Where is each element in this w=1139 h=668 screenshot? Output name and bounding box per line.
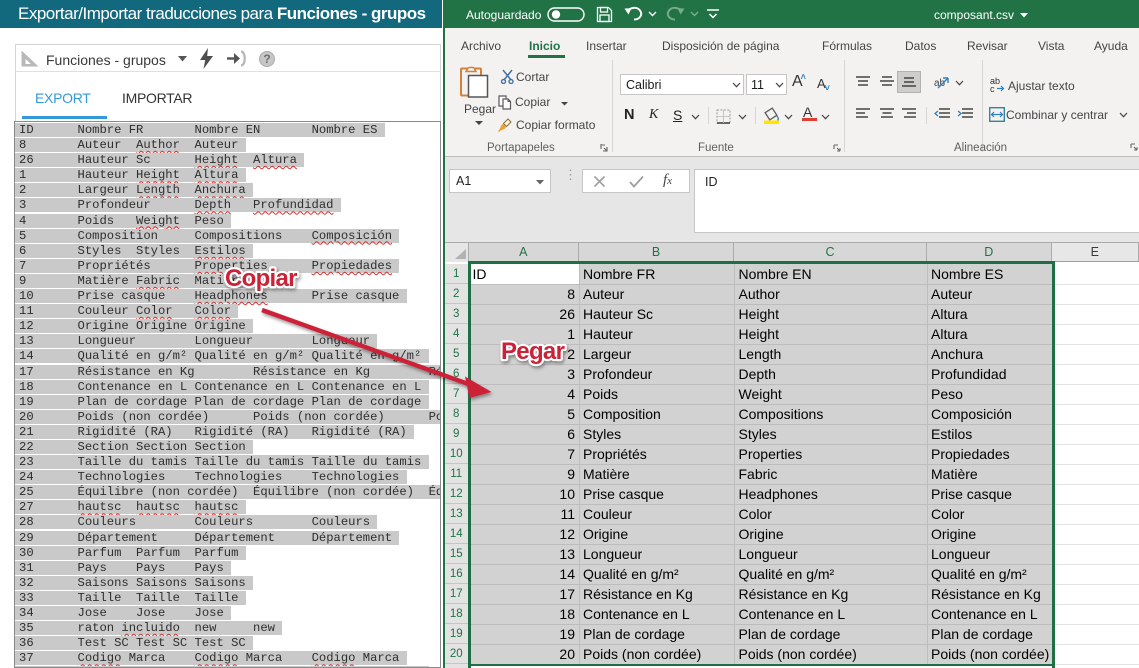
svg-text:c: c — [990, 84, 995, 92]
svg-text:ab: ab — [934, 78, 946, 89]
